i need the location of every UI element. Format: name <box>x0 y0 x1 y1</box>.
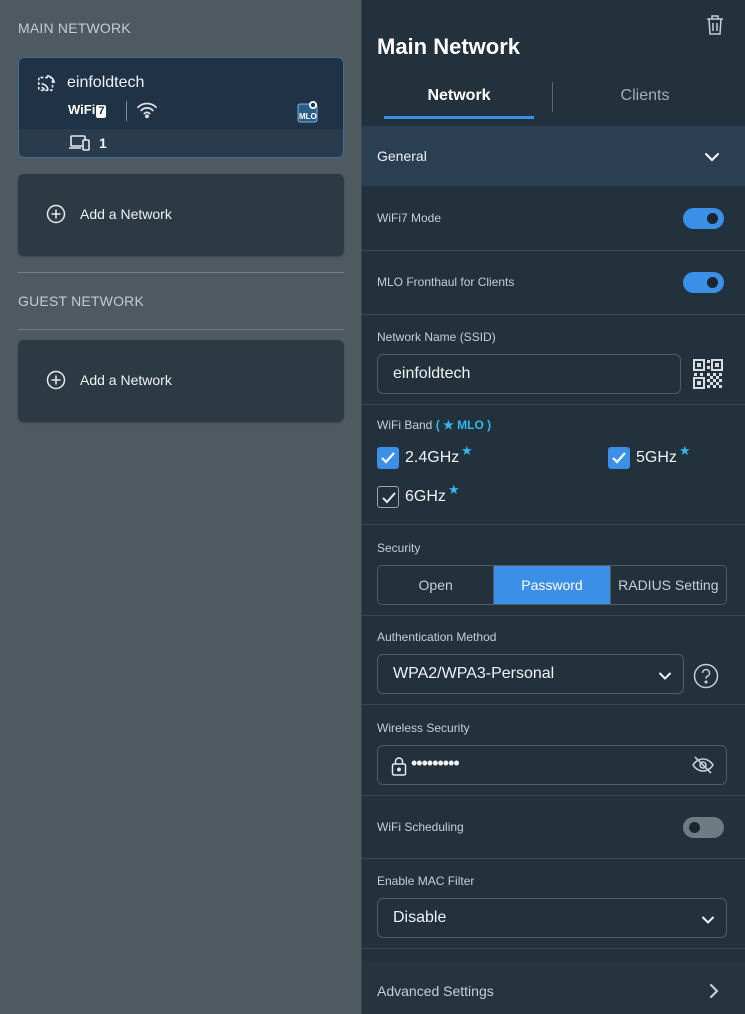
wifi7-badge-number: 7 <box>96 105 107 118</box>
tab-network[interactable]: Network <box>384 87 534 105</box>
band-5ghz-label: 5GHz <box>636 449 677 466</box>
checkmark-icon <box>382 492 396 504</box>
password-input[interactable]: ••••••••• <box>377 745 727 785</box>
guest-network-section-title: GUEST NETWORK <box>18 293 145 309</box>
checkmark-icon <box>612 452 626 464</box>
badge-divider <box>126 101 127 121</box>
plus-circle-icon <box>46 204 66 224</box>
security-option-radius[interactable]: RADIUS Setting <box>611 566 726 604</box>
band-5ghz-checkbox[interactable] <box>608 447 630 469</box>
row-divider <box>362 524 745 525</box>
add-guest-network-button[interactable]: Add a Network <box>18 340 344 422</box>
band-2-4ghz-checkbox[interactable] <box>377 447 399 469</box>
auth-method-select[interactable]: WPA2/WPA3-Personal <box>377 654 684 694</box>
qr-code-icon[interactable] <box>693 359 723 389</box>
wifi-signal-icon <box>137 102 157 119</box>
network-list-panel: MAIN NETWORK einfoldtech WiFi 7 MLO 1 Ad… <box>0 0 361 1014</box>
mlo-fronthaul-label: MLO Fronthaul for Clients <box>377 275 515 289</box>
row-divider <box>362 250 745 251</box>
band-6ghz-label: 6GHz <box>405 488 446 505</box>
wifi7-mode-label: WiFi7 Mode <box>377 211 442 225</box>
wifi-scheduling-label: WiFi Scheduling <box>377 820 464 834</box>
main-network-section-title: MAIN NETWORK <box>18 20 131 36</box>
section-divider <box>18 329 344 330</box>
mac-filter-select[interactable]: Disable <box>377 898 727 938</box>
advanced-settings-label: Advanced Settings <box>377 983 494 999</box>
mlo-star: ★ <box>448 482 460 497</box>
security-segmented-control: Open Password RADIUS Setting <box>377 565 727 605</box>
wifi-band-label: WiFi Band ( ★ MLO ) <box>377 418 491 432</box>
mlo-star: ★ <box>679 443 691 458</box>
plus-circle-icon <box>46 370 66 390</box>
add-network-label: Add a Network <box>80 372 172 388</box>
wifi7-mode-toggle[interactable] <box>683 208 724 229</box>
active-tab-indicator <box>384 116 534 119</box>
help-icon[interactable] <box>693 663 719 689</box>
add-network-label: Add a Network <box>80 206 172 222</box>
toggle-knob <box>707 277 718 288</box>
cast-network-icon <box>37 74 56 92</box>
network-card-footer: 1 <box>19 129 343 157</box>
advanced-settings-row[interactable]: Advanced Settings <box>362 962 745 1014</box>
add-main-network-button[interactable]: Add a Network <box>18 174 344 256</box>
auth-method-label: Authentication Method <box>377 630 497 644</box>
tab-clients[interactable]: Clients <box>570 87 720 105</box>
security-option-open[interactable]: Open <box>378 566 495 604</box>
mlo-note: ( ★ MLO ) <box>435 418 492 432</box>
mac-filter-label: Enable MAC Filter <box>377 874 475 888</box>
wifi-scheduling-toggle[interactable] <box>683 817 724 838</box>
checkmark-icon <box>381 452 395 464</box>
tab-divider <box>552 82 553 112</box>
mlo-fronthaul-toggle[interactable] <box>683 272 724 293</box>
general-section-header[interactable]: General <box>362 126 745 186</box>
toggle-knob <box>707 213 718 224</box>
band-2-4ghz-label: 2.4GHz <box>405 449 460 466</box>
row-divider <box>362 404 745 405</box>
row-divider <box>362 795 745 796</box>
password-mask: ••••••••• <box>411 753 460 773</box>
network-name: einfoldtech <box>67 74 145 91</box>
panel-title: Main Network <box>377 34 521 59</box>
mlo-badge-text: MLO <box>299 112 317 121</box>
chevron-down-icon <box>702 916 714 924</box>
ssid-label: Network Name (SSID) <box>377 330 496 344</box>
wireless-security-label: Wireless Security <box>377 721 470 735</box>
devices-icon <box>69 135 90 151</box>
row-divider <box>362 314 745 315</box>
network-settings-panel: Main Network Network Clients General WiF… <box>361 0 745 1014</box>
row-divider <box>362 615 745 616</box>
section-divider <box>18 272 344 273</box>
trash-icon[interactable] <box>705 14 725 36</box>
lock-icon <box>391 757 407 776</box>
mac-filter-value: Disable <box>393 909 447 926</box>
ssid-value: einfoldtech <box>393 365 471 382</box>
toggle-knob <box>689 822 700 833</box>
row-divider <box>362 704 745 705</box>
client-count: 1 <box>99 135 107 151</box>
mlo-star: ★ <box>461 443 473 458</box>
chevron-right-icon <box>709 983 719 999</box>
chevron-down-icon <box>659 672 671 680</box>
general-label: General <box>377 148 427 164</box>
row-divider <box>362 948 745 949</box>
auth-method-value: WPA2/WPA3-Personal <box>393 665 555 682</box>
main-network-card[interactable]: einfoldtech WiFi 7 MLO 1 <box>18 57 344 158</box>
row-divider <box>362 858 745 859</box>
wifi-band-text: WiFi Band <box>377 418 433 432</box>
eye-off-icon[interactable] <box>692 755 714 775</box>
wifi7-badge: WiFi 7 <box>68 102 107 118</box>
security-option-password[interactable]: Password <box>494 566 611 604</box>
mlo-badge: MLO <box>297 100 319 124</box>
chevron-down-icon <box>704 152 720 162</box>
security-label: Security <box>377 541 421 555</box>
ssid-input[interactable]: einfoldtech <box>377 354 681 394</box>
wifi7-badge-text: WiFi <box>68 102 96 117</box>
band-6ghz-checkbox[interactable] <box>377 486 399 508</box>
